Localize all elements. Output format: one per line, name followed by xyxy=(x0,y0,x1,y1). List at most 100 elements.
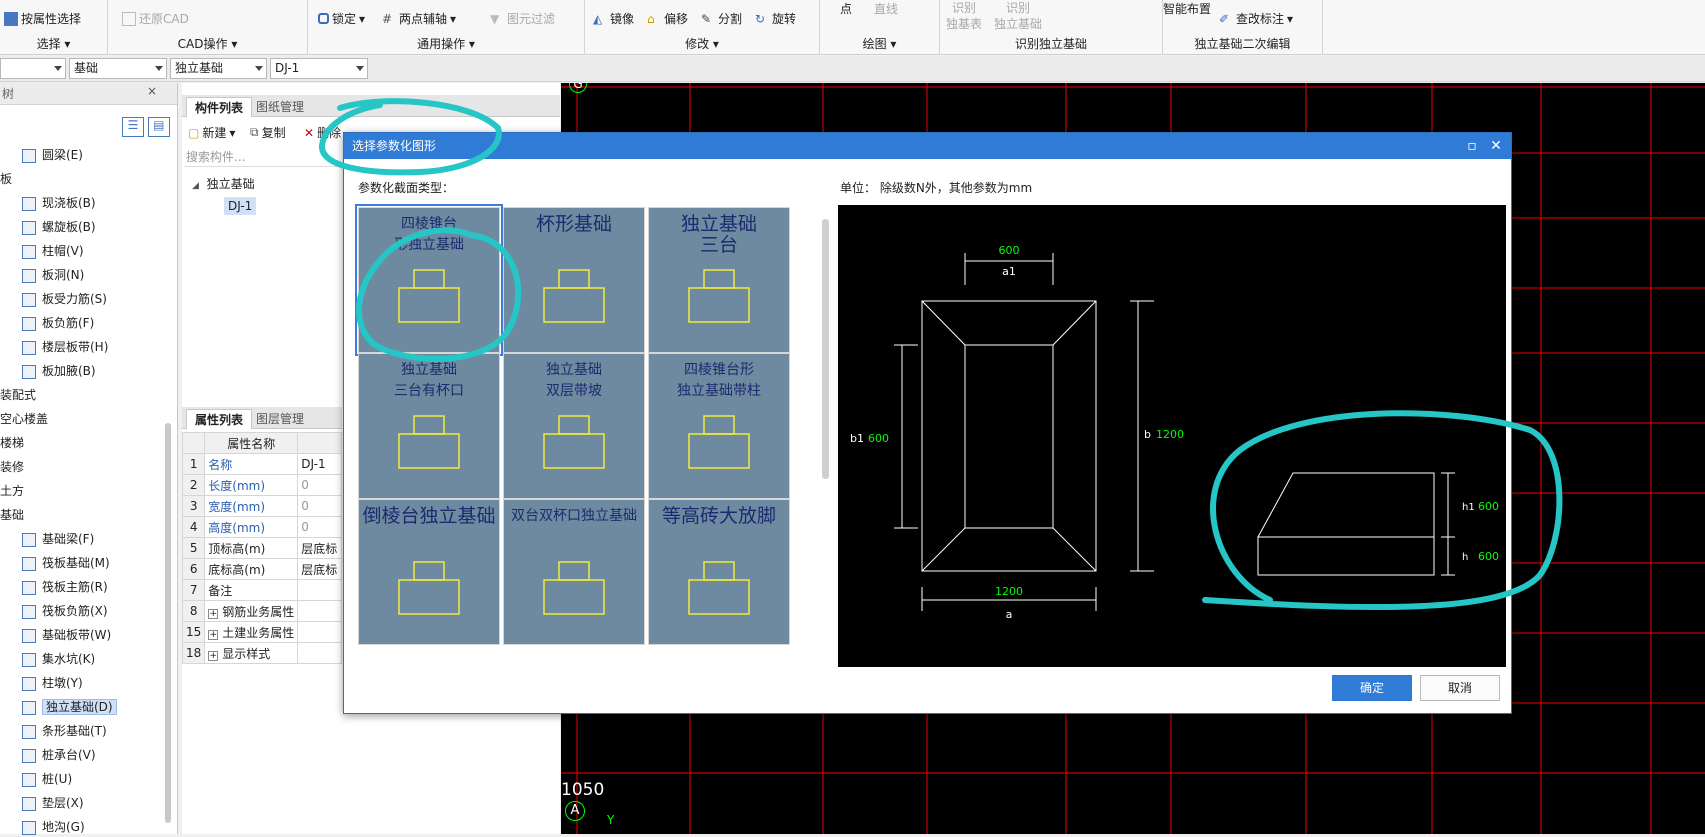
thumbnail-scrollbar[interactable] xyxy=(822,219,829,479)
rotate-button[interactable]: ↻ 旋转 xyxy=(755,10,796,27)
close-icon[interactable]: × xyxy=(147,80,157,102)
shape-thumbnail[interactable]: 四棱锥台 形独立基础 xyxy=(355,204,503,356)
grid-view-icon[interactable]: ▤ xyxy=(147,117,170,137)
expand-icon[interactable]: + xyxy=(208,608,219,619)
floor-select[interactable] xyxy=(0,58,66,79)
tree-item[interactable]: 楼层板带(H) xyxy=(22,337,108,357)
collapse-icon[interactable]: ◢ xyxy=(192,181,199,191)
point-button[interactable]: 点 xyxy=(840,0,852,17)
tree-scrollbar[interactable] xyxy=(165,423,171,823)
tree-item[interactable]: 基础 xyxy=(0,505,24,525)
tree-item[interactable]: 装修 xyxy=(0,457,24,477)
property-row[interactable]: 8 + 钢筋业务属性 xyxy=(181,600,342,622)
property-value[interactable]: 层底标 xyxy=(297,537,342,559)
property-value[interactable]: 层底标 xyxy=(297,558,342,580)
tree-item[interactable]: 筏板负筋(X) xyxy=(22,601,108,621)
cancel-button[interactable]: 取消 xyxy=(1420,675,1500,701)
maximize-icon[interactable]: ▫ xyxy=(1459,133,1485,159)
property-row[interactable]: 3 宽度(mm) 0 xyxy=(181,495,342,517)
split-button[interactable]: ✎ 分割 xyxy=(701,10,742,27)
property-row[interactable]: 15 + 土建业务属性 xyxy=(181,621,342,643)
tree-item[interactable]: 楼梯 xyxy=(0,433,24,453)
tree-item[interactable]: 条形基础(T) xyxy=(22,721,107,741)
tree-item[interactable]: 基础板带(W) xyxy=(22,625,111,645)
shape-thumbnail[interactable]: 杯形基础 xyxy=(503,207,645,353)
tree-item[interactable]: 桩承台(V) xyxy=(22,745,96,765)
shape-thumbnail[interactable]: 双台双杯口独立基础 xyxy=(503,499,645,645)
tab-component-list[interactable]: 构件列表 xyxy=(186,97,253,117)
property-value[interactable]: DJ-1 xyxy=(297,453,342,475)
close-icon[interactable]: ✕ xyxy=(1483,133,1509,159)
shape-thumbnail[interactable]: 四棱锥台形 独立基础带柱 xyxy=(648,353,790,499)
line-button[interactable]: 直线 xyxy=(874,0,898,17)
shape-thumbnail[interactable]: 独立基础 三台 xyxy=(648,207,790,353)
property-row[interactable]: 18 + 显示样式 xyxy=(181,642,342,664)
property-row[interactable]: 7 备注 xyxy=(181,579,342,601)
list-view-icon[interactable]: ☰ xyxy=(122,117,144,137)
property-row[interactable]: 1 名称 DJ-1 xyxy=(181,453,342,475)
offset-button[interactable]: ⌂ 偏移 xyxy=(647,10,688,27)
category-select[interactable]: 基础 xyxy=(69,58,167,79)
shape-thumbnail[interactable]: 独立基础 双层带坡 xyxy=(503,353,645,499)
ok-button[interactable]: 确定 xyxy=(1332,675,1412,701)
tree-item[interactable]: 柱墩(Y) xyxy=(22,673,83,693)
tree-item[interactable]: 板加腋(B) xyxy=(22,361,96,381)
copy-button[interactable]: ⧉ 复制 xyxy=(250,124,286,141)
tree-item[interactable]: 地沟(G) xyxy=(22,817,85,837)
new-button[interactable]: ▢ 新建 ▾ xyxy=(188,124,235,141)
tree-item[interactable]: 板洞(N) xyxy=(22,265,84,285)
tab-property-list[interactable]: 属性列表 xyxy=(186,409,253,429)
shape-thumbnail[interactable]: 独立基础 三台有杯口 xyxy=(358,353,500,499)
tree-item[interactable]: 螺旋板(B) xyxy=(22,217,96,237)
tree-item[interactable]: 基础梁(F) xyxy=(22,529,94,549)
property-row[interactable]: 5 顶标高(m) 层底标 xyxy=(181,537,342,559)
property-value[interactable] xyxy=(297,579,342,601)
shape-thumbnail[interactable]: 等高砖大放脚 xyxy=(648,499,790,645)
property-value[interactable] xyxy=(297,600,342,622)
tree-item[interactable]: 板 xyxy=(0,169,12,189)
property-value[interactable] xyxy=(297,621,342,643)
tree-item[interactable]: 垫层(X) xyxy=(22,793,84,813)
property-row[interactable]: 4 高度(mm) 0 xyxy=(181,516,342,538)
tree-item[interactable]: 柱帽(V) xyxy=(22,241,84,261)
check-annotation-button[interactable]: ✐ 查改标注 ▾ xyxy=(1219,10,1293,27)
layer-filter-button[interactable]: ▼ 图元过滤 xyxy=(490,10,555,27)
tab-layer-manage[interactable]: 图层管理 xyxy=(248,409,312,429)
tree-item[interactable]: 集水坑(K) xyxy=(22,649,95,669)
smart-layout-button[interactable]: 智能布置 xyxy=(1163,0,1211,17)
tree-item[interactable]: 土方 xyxy=(0,481,24,501)
lock-button[interactable]: 锁定 ▾ xyxy=(318,10,365,27)
tree-item[interactable]: 现浇板(B) xyxy=(22,193,96,213)
tree-item[interactable]: 装配式 xyxy=(0,385,36,405)
tree-item[interactable]: 板受力筋(S) xyxy=(22,289,107,309)
tree-item[interactable]: 圆梁(E) xyxy=(22,145,83,165)
property-row[interactable]: 2 长度(mm) 0 xyxy=(181,474,342,496)
two-point-axis-button[interactable]: # 两点辅轴 ▾ xyxy=(382,10,456,27)
component-select[interactable]: DJ-1 xyxy=(270,58,368,79)
property-value[interactable]: 0 xyxy=(297,516,342,538)
tree-item[interactable]: 独立基础(D) xyxy=(22,697,117,717)
tree-item[interactable]: 筏板主筋(R) xyxy=(22,577,108,597)
tree-node-dj1[interactable]: DJ-1 xyxy=(224,195,257,217)
tree-item[interactable]: 空心楼盖 xyxy=(0,409,48,429)
identify-foundation-button[interactable]: 识别 独立基础 xyxy=(994,0,1042,32)
attr-select-button[interactable]: 按属性选择 xyxy=(4,10,81,27)
property-value[interactable] xyxy=(297,642,342,664)
tree-item[interactable]: 板负筋(F) xyxy=(22,313,94,333)
property-value[interactable]: 0 xyxy=(297,495,342,517)
component-search-input[interactable]: 搜索构件... xyxy=(184,147,344,167)
expand-icon[interactable]: + xyxy=(208,650,219,661)
tree-node-root[interactable]: ◢ 独立基础 xyxy=(192,173,256,195)
shape-thumbnail[interactable]: 倒棱台独立基础 xyxy=(358,499,500,645)
expand-icon[interactable]: + xyxy=(208,629,219,640)
tab-drawing-manage[interactable]: 图纸管理 xyxy=(248,97,312,117)
tree-item[interactable]: 筏板基础(M) xyxy=(22,553,110,573)
mirror-button[interactable]: ◭ 镜像 xyxy=(593,10,634,27)
restore-cad-button[interactable]: 还原CAD xyxy=(122,10,189,27)
type-select[interactable]: 独立基础 xyxy=(170,58,267,79)
identify-table-button[interactable]: 识别 独基表 xyxy=(946,0,982,32)
property-row[interactable]: 6 底标高(m) 层底标 xyxy=(181,558,342,580)
delete-button[interactable]: ✕ 删除 xyxy=(304,124,341,141)
tree-item[interactable]: 桩(U) xyxy=(22,769,72,789)
property-value[interactable]: 0 xyxy=(297,474,342,496)
